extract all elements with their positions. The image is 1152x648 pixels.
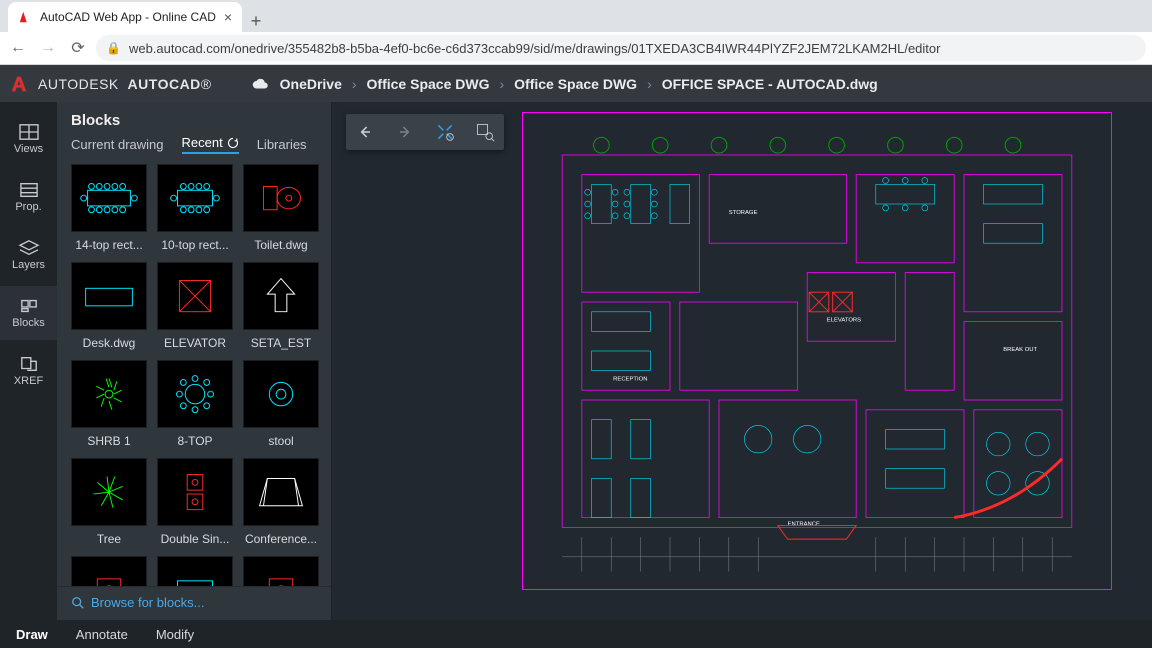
rail-blocks[interactable]: Blocks — [0, 286, 57, 340]
blocks-panel: Blocks Current drawing Recent Libraries … — [57, 102, 332, 620]
back-button[interactable]: ← — [6, 36, 30, 60]
zoom-extents-button[interactable] — [434, 121, 456, 143]
svg-text:ELEVATORS: ELEVATORS — [827, 318, 861, 324]
block-toilet[interactable]: Toilet.dwg — [243, 164, 319, 252]
block-shrb1[interactable]: SHRB 1 — [71, 360, 147, 448]
svg-text:STORAGE: STORAGE — [729, 210, 758, 216]
app-body: Views Prop. Layers Blocks XREF Blocks — [0, 102, 1152, 620]
block-seta-est[interactable]: SETA_EST — [243, 262, 319, 350]
new-tab-button[interactable]: + — [242, 11, 270, 32]
browser-tab[interactable]: AutoCAD Web App - Online CAD × — [8, 2, 242, 32]
breadcrumb: OneDrive› Office Space DWG› Office Space… — [252, 76, 878, 92]
block-14-top-rect[interactable]: 14-top rect... — [71, 164, 147, 252]
autocad-app: AUTODESK AUTOCAD® OneDrive› Office Space… — [0, 65, 1152, 648]
quick-access-toolbar — [346, 114, 504, 150]
svg-text:RECEPTION: RECEPTION — [613, 376, 647, 382]
shrub-icon — [72, 361, 146, 427]
block-elevator[interactable]: ELEVATOR — [157, 262, 233, 350]
elevator-icon — [158, 263, 232, 329]
drawing-canvas[interactable]: ELEVATORS STORAGE RECEPTION BREAK OUT EN… — [332, 102, 1152, 620]
block-conference[interactable]: Conference... — [243, 458, 319, 546]
app-header: AUTODESK AUTOCAD® OneDrive› Office Space… — [0, 65, 1152, 102]
svg-text:ENTRANCE: ENTRANCE — [788, 521, 820, 527]
crumb[interactable]: OneDrive — [280, 76, 342, 92]
left-rail: Views Prop. Layers Blocks XREF — [0, 102, 57, 620]
tab-title: AutoCAD Web App - Online CAD — [40, 10, 216, 24]
block-double-sink[interactable]: Double Sin... — [157, 458, 233, 546]
tab-annotate[interactable]: Annotate — [76, 627, 128, 642]
rail-properties[interactable]: Prop. — [0, 170, 57, 224]
tab-draw[interactable]: Draw — [16, 627, 48, 642]
rail-layers[interactable]: Layers — [0, 228, 57, 282]
close-icon[interactable]: × — [224, 9, 232, 25]
block-8-top[interactable]: 8-TOP — [157, 360, 233, 448]
blocks-icon — [18, 297, 40, 315]
reload-button[interactable]: ⟳ — [66, 36, 90, 60]
block-partial-2[interactable] — [157, 556, 233, 586]
autocad-favicon — [18, 10, 32, 24]
tree-icon — [72, 459, 146, 525]
rail-xref[interactable]: XREF — [0, 344, 57, 398]
blocks-grid: 14-top rect... 10-top rect... Toilet.dwg… — [71, 164, 321, 586]
crumb[interactable]: OFFICE SPACE - AUTOCAD.dwg — [662, 76, 878, 92]
cloud-icon — [252, 78, 270, 90]
block-extra-icon — [158, 575, 232, 586]
zoom-window-button[interactable] — [474, 121, 496, 143]
panel-title: Blocks — [57, 102, 331, 135]
blocks-scroller[interactable]: 14-top rect... 10-top rect... Toilet.dwg… — [57, 164, 331, 586]
stool-icon — [244, 361, 318, 427]
tab-modify[interactable]: Modify — [156, 627, 194, 642]
block-stool[interactable]: stool — [243, 360, 319, 448]
undo-button[interactable] — [354, 121, 376, 143]
xref-icon — [18, 355, 40, 373]
tab-libraries[interactable]: Libraries — [257, 135, 307, 154]
lock-icon: 🔒 — [106, 41, 121, 55]
tab-recent[interactable]: Recent — [182, 135, 239, 154]
bottom-tabs: Draw Annotate Modify — [0, 620, 1152, 648]
panel-tabs: Current drawing Recent Libraries — [57, 135, 331, 164]
block-extra-icon — [72, 575, 146, 586]
browser-toolbar: ← → ⟳ 🔒 web.autocad.com/onedrive/355482b… — [0, 32, 1152, 65]
floor-plan-drawing[interactable]: ELEVATORS STORAGE RECEPTION BREAK OUT EN… — [522, 112, 1112, 590]
tab-current-drawing[interactable]: Current drawing — [71, 135, 164, 154]
browser-tab-strip: AutoCAD Web App - Online CAD × + — [0, 0, 1152, 32]
arrow-house-icon — [244, 263, 318, 329]
double-sink-icon — [158, 459, 232, 525]
search-icon — [71, 596, 85, 610]
layers-icon — [18, 239, 40, 257]
forward-button[interactable]: → — [36, 36, 60, 60]
views-icon — [18, 123, 40, 141]
desk-icon — [72, 263, 146, 329]
crumb[interactable]: Office Space DWG — [367, 76, 490, 92]
block-partial-1[interactable] — [71, 556, 147, 586]
block-extra-icon — [244, 575, 318, 586]
table-14-icon — [72, 165, 146, 231]
autocad-logo-icon[interactable] — [0, 65, 38, 102]
crumb[interactable]: Office Space DWG — [514, 76, 637, 92]
rail-views[interactable]: Views — [0, 112, 57, 166]
url-text: web.autocad.com/onedrive/355482b8-b5ba-4… — [129, 41, 941, 56]
refresh-icon — [227, 137, 239, 149]
toilet-icon — [244, 165, 318, 231]
table-10-icon — [158, 165, 232, 231]
table-round-8-icon — [158, 361, 232, 427]
conference-icon — [244, 459, 318, 525]
address-bar[interactable]: 🔒 web.autocad.com/onedrive/355482b8-b5ba… — [96, 35, 1146, 61]
browse-for-blocks[interactable]: Browse for blocks... — [57, 586, 331, 620]
block-10-top-rect[interactable]: 10-top rect... — [157, 164, 233, 252]
block-tree[interactable]: Tree — [71, 458, 147, 546]
redo-button[interactable] — [394, 121, 416, 143]
brand-text: AUTODESK AUTOCAD® — [38, 76, 212, 92]
svg-text:BREAK OUT: BREAK OUT — [1003, 347, 1037, 353]
block-desk[interactable]: Desk.dwg — [71, 262, 147, 350]
properties-icon — [18, 181, 40, 199]
block-partial-3[interactable] — [243, 556, 319, 586]
